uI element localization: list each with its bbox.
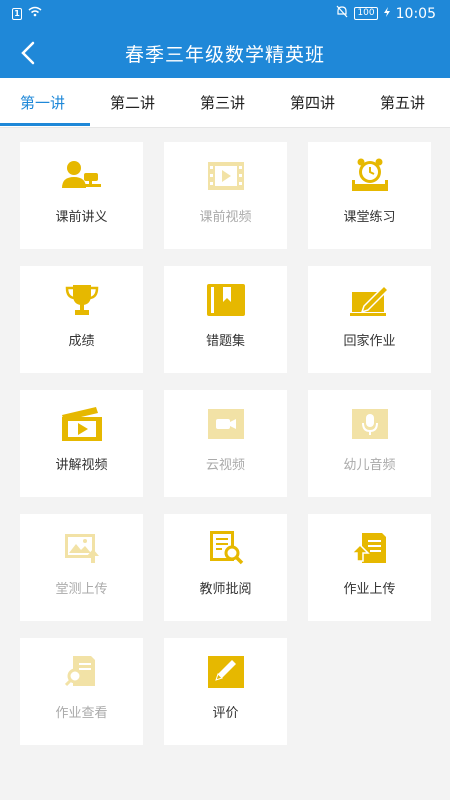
card-explanation-video[interactable]: 讲解视频 [20, 390, 143, 497]
card-homework[interactable]: 回家作业 [308, 266, 431, 373]
mute-bell-icon [336, 5, 348, 22]
edit-icon [207, 656, 244, 688]
lesson-tabs: 第一讲 第二讲 第三讲 第四讲 第五讲 [0, 78, 450, 128]
card-evaluation[interactable]: 评价 [164, 638, 287, 745]
wifi-icon [28, 6, 42, 21]
card-test-upload[interactable]: 堂测上传 [20, 514, 143, 621]
card-label: 课堂练习 [343, 210, 396, 225]
card-label: 成绩 [68, 334, 95, 349]
card-label: 堂测上传 [55, 582, 108, 597]
card-grades[interactable]: 成绩 [20, 266, 143, 373]
card-label: 错题集 [205, 334, 245, 349]
card-label: 作业上传 [343, 582, 396, 597]
card-label: 回家作业 [343, 334, 396, 349]
card-mistake-collection[interactable]: 错题集 [164, 266, 287, 373]
card-label: 幼儿音频 [343, 458, 396, 473]
card-kids-audio[interactable]: 幼儿音频 [308, 390, 431, 497]
card-homework-view[interactable]: 作业查看 [20, 638, 143, 745]
tab-lesson-4[interactable]: 第四讲 [290, 92, 335, 113]
card-teacher-review[interactable]: 教师批阅 [164, 514, 287, 621]
sim-card-icon: 1 [12, 7, 22, 20]
status-bar: 1 100 10:05 [0, 0, 450, 28]
card-label: 云视频 [205, 458, 245, 473]
card-pre-lecture-notes[interactable]: 课前讲义 [20, 142, 143, 249]
tab-lesson-1[interactable]: 第一讲 [20, 92, 65, 113]
clock: 10:05 [395, 5, 436, 22]
card-label: 评价 [212, 706, 239, 721]
bookmark-book-icon [206, 284, 245, 316]
tab-lesson-5[interactable]: 第五讲 [380, 92, 425, 113]
lecturer-icon [61, 161, 101, 188]
film-icon [207, 162, 244, 190]
page-title: 春季三年级数学精英班 [124, 44, 325, 66]
image-upload-icon [64, 534, 99, 563]
homework-upload-icon [351, 533, 386, 563]
pencil-paper-icon [349, 284, 389, 316]
card-homework-upload[interactable]: 作业上传 [308, 514, 431, 621]
clapper-icon [61, 407, 102, 441]
battery-indicator: 100 [354, 7, 378, 20]
document-search-icon [209, 531, 243, 565]
card-cloud-video[interactable]: 云视频 [164, 390, 287, 497]
card-classroom-exercise[interactable]: 课堂练习 [308, 142, 431, 249]
card-label: 讲解视频 [55, 458, 108, 473]
charging-icon [383, 6, 390, 21]
card-label: 作业查看 [55, 706, 108, 721]
tab-lesson-2[interactable]: 第二讲 [110, 92, 155, 113]
card-pre-lecture-video[interactable]: 课前视频 [164, 142, 287, 249]
trophy-icon [65, 285, 98, 315]
card-label: 课前视频 [199, 210, 252, 225]
card-label: 课前讲义 [55, 210, 108, 225]
tab-indicator [0, 123, 90, 126]
tab-lesson-3[interactable]: 第三讲 [200, 92, 245, 113]
microphone-icon [351, 409, 388, 439]
alarm-clock-desk-icon [351, 158, 388, 191]
video-camera-icon [207, 409, 244, 439]
card-label: 教师批阅 [199, 582, 252, 597]
app-bar: 春季三年级数学精英班 [0, 28, 450, 78]
homework-view-icon [64, 656, 95, 687]
